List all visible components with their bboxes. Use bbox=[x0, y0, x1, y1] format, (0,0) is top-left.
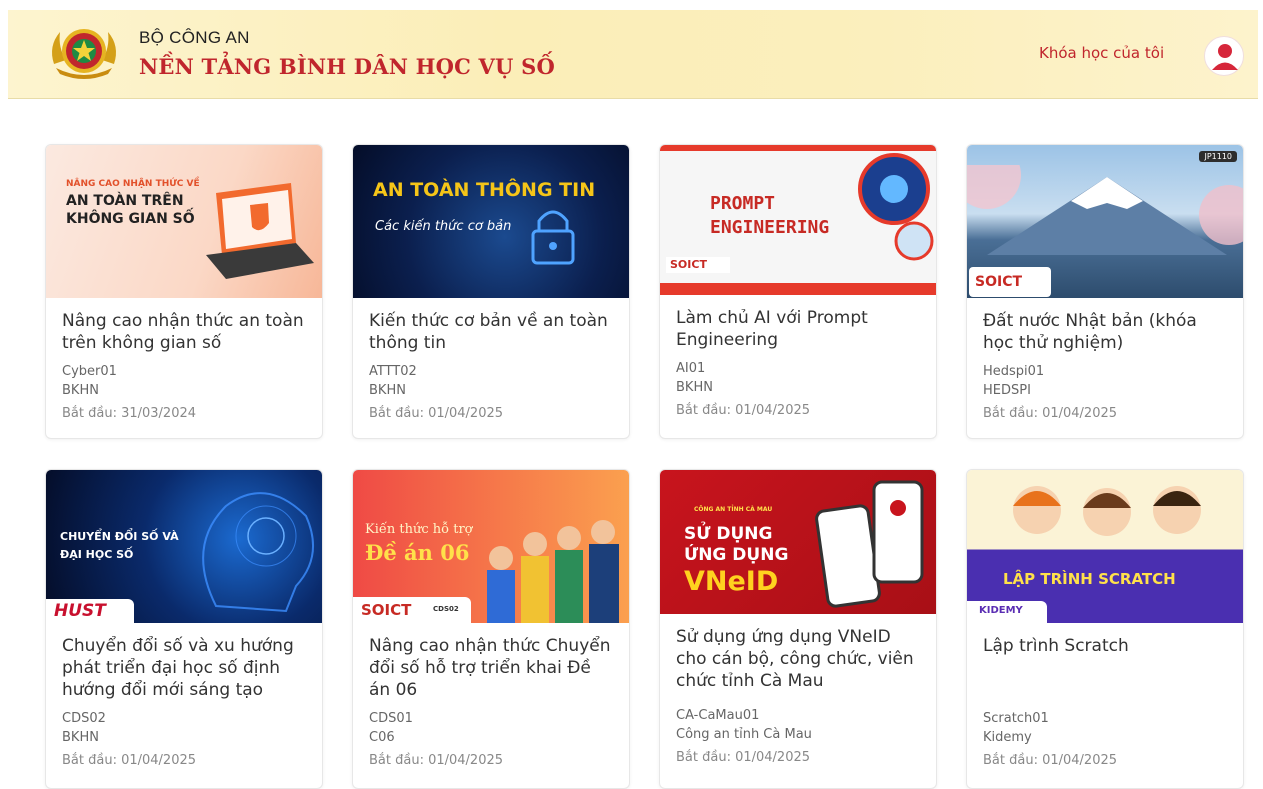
course-org: BKHN bbox=[676, 380, 713, 395]
course-code: CDS02 bbox=[62, 711, 106, 726]
people-group-illustration bbox=[487, 520, 619, 623]
thumb-text: KHÔNG GIAN SỐ bbox=[66, 211, 195, 227]
course-org: Công an tỉnh Cà Mau bbox=[676, 727, 812, 742]
course-thumbnail[interactable]: CÔNG AN TỈNH CÀ MAU SỬ DỤNG ỨNG DỤNG VNe… bbox=[660, 470, 936, 614]
soict-logo: SOICT CDS02 bbox=[353, 597, 471, 623]
course-title[interactable]: Chuyển đổi số và xu hướng phát triển đại… bbox=[62, 635, 307, 703]
course-title[interactable]: Kiến thức cơ bản về an toàn thông tin bbox=[369, 310, 614, 356]
laptop-shield-illustration bbox=[206, 183, 314, 279]
hust-logo: HUST bbox=[46, 599, 134, 623]
thumb-text: AN TOÀN TRÊN bbox=[66, 193, 184, 209]
course-thumbnail[interactable]: AN TOÀN THÔNG TIN Các kiến thức cơ bản bbox=[353, 145, 629, 298]
course-code: ATTT02 bbox=[369, 364, 417, 379]
course-title[interactable]: Sử dụng ứng dụng VNeID cho cán bộ, công … bbox=[676, 626, 921, 700]
course-thumbnail[interactable]: CHUYỂN ĐỔI SỐ VÀ ĐẠI HỌC SỐ HUST bbox=[46, 470, 322, 623]
course-card[interactable]: JP1110 SOICT Đất nước Nhật bản (khóa học… bbox=[966, 144, 1244, 439]
kidemy-logo: KIDEMY bbox=[967, 601, 1047, 623]
course-org: C06 bbox=[369, 730, 395, 745]
my-courses-link[interactable]: Khóa học của tôi bbox=[1039, 44, 1164, 62]
course-title[interactable]: Làm chủ AI với Prompt Engineering bbox=[676, 307, 921, 353]
thumb-text: AN TOÀN THÔNG TIN bbox=[373, 179, 596, 201]
course-card[interactable]: Kiến thức hỗ trợ Đề án 06 SOICT CDS02 Nâ… bbox=[352, 469, 630, 789]
course-start-date: Bắt đầu: 01/04/2025 bbox=[983, 753, 1118, 768]
police-emblem-logo[interactable] bbox=[46, 24, 122, 82]
thumb-text: PROMPT bbox=[710, 193, 776, 214]
course-tag: JP1110 bbox=[1199, 151, 1237, 162]
user-icon bbox=[1212, 44, 1238, 70]
course-code: CDS01 bbox=[369, 711, 413, 726]
course-code: CA-CaMau01 bbox=[676, 708, 760, 723]
user-avatar[interactable] bbox=[1204, 36, 1244, 76]
course-code: Scratch01 bbox=[983, 711, 1049, 726]
soict-logo: SOICT bbox=[969, 267, 1051, 297]
thumb-text: VNeID bbox=[684, 566, 779, 597]
top-header: BỘ CÔNG AN NỀN TẢNG BÌNH DÂN HỌC VỤ SỐ K… bbox=[8, 10, 1258, 99]
course-start-date: Bắt đầu: 01/04/2025 bbox=[676, 403, 811, 418]
course-start-date: Bắt đầu: 01/04/2025 bbox=[62, 753, 197, 768]
thumb-text: LẬP TRÌNH SCRATCH bbox=[1003, 570, 1176, 588]
course-org: BKHN bbox=[62, 730, 99, 745]
mount-fuji-illustration bbox=[967, 165, 1243, 255]
thumb-text: CÔNG AN TỈNH CÀ MAU bbox=[694, 506, 773, 513]
course-card[interactable]: LẬP TRÌNH SCRATCH KIDEMY Lập trình Scrat… bbox=[966, 469, 1244, 789]
platform-title: NỀN TẢNG BÌNH DÂN HỌC VỤ SỐ bbox=[139, 54, 555, 79]
course-title[interactable]: Nâng cao nhận thức an toàn trên không gi… bbox=[62, 310, 307, 356]
thumb-text: Đề án 06 bbox=[365, 540, 470, 565]
course-code: AI01 bbox=[676, 361, 706, 376]
course-org: HEDSPI bbox=[983, 383, 1031, 398]
course-org: BKHN bbox=[62, 383, 99, 398]
padlock-icon bbox=[531, 210, 575, 265]
course-org: Kidemy bbox=[983, 730, 1032, 745]
org-name: BỘ CÔNG AN bbox=[139, 28, 250, 47]
thumb-text: ỨNG DỤNG bbox=[684, 545, 789, 565]
digital-head-illustration bbox=[202, 492, 314, 613]
course-code: Hedspi01 bbox=[983, 364, 1045, 379]
thumb-text: Các kiến thức cơ bản bbox=[375, 219, 512, 234]
thumb-text: SỬ DỤNG bbox=[684, 524, 773, 544]
phone-app-illustration bbox=[815, 480, 924, 608]
course-card[interactable]: NÂNG CAO NHẬN THỨC VỀ AN TOÀN TRÊN KHÔNG… bbox=[45, 144, 323, 439]
course-thumbnail[interactable]: Kiến thức hỗ trợ Đề án 06 SOICT CDS02 bbox=[353, 470, 629, 623]
thumb-text: ENGINEERING bbox=[710, 217, 830, 238]
course-start-date: Bắt đầu: 01/04/2025 bbox=[369, 406, 504, 421]
course-start-date: Bắt đầu: 31/03/2024 bbox=[62, 406, 197, 421]
course-thumbnail[interactable]: LẬP TRÌNH SCRATCH KIDEMY bbox=[967, 470, 1243, 623]
course-start-date: Bắt đầu: 01/04/2025 bbox=[983, 406, 1118, 421]
soict-logo: SOICT bbox=[666, 257, 730, 273]
course-thumbnail[interactable]: NÂNG CAO NHẬN THỨC VỀ AN TOÀN TRÊN KHÔNG… bbox=[46, 145, 322, 298]
course-card[interactable]: PROMPT ENGINEERING SOICT Làm chủ AI với … bbox=[659, 144, 937, 439]
course-thumbnail[interactable]: PROMPT ENGINEERING SOICT bbox=[660, 145, 936, 295]
course-start-date: Bắt đầu: 01/04/2025 bbox=[676, 750, 811, 765]
course-thumbnail[interactable]: JP1110 SOICT bbox=[967, 145, 1243, 298]
thumb-text: CHUYỂN ĐỔI SỐ VÀ bbox=[60, 530, 179, 543]
ai-circle-illustration bbox=[858, 153, 934, 261]
course-card[interactable]: CHUYỂN ĐỔI SỐ VÀ ĐẠI HỌC SỐ HUST Chuyển … bbox=[45, 469, 323, 789]
course-card[interactable]: CÔNG AN TỈNH CÀ MAU SỬ DỤNG ỨNG DỤNG VNe… bbox=[659, 469, 937, 789]
kids-illustration bbox=[1013, 486, 1201, 536]
course-org: BKHN bbox=[369, 383, 406, 398]
course-title[interactable]: Đất nước Nhật bản (khóa học thử nghiệm) bbox=[983, 310, 1228, 356]
course-card[interactable]: AN TOÀN THÔNG TIN Các kiến thức cơ bản K… bbox=[352, 144, 630, 439]
course-title[interactable]: Nâng cao nhận thức Chuyển đổi số hỗ trợ … bbox=[369, 635, 614, 703]
thumb-text: NÂNG CAO NHẬN THỨC VỀ bbox=[66, 179, 200, 189]
course-code: Cyber01 bbox=[62, 364, 117, 379]
thumb-text: ĐẠI HỌC SỐ bbox=[60, 548, 134, 561]
course-start-date: Bắt đầu: 01/04/2025 bbox=[369, 753, 504, 768]
course-title[interactable]: Lập trình Scratch bbox=[983, 635, 1228, 703]
thumb-text: Kiến thức hỗ trợ bbox=[365, 522, 473, 537]
